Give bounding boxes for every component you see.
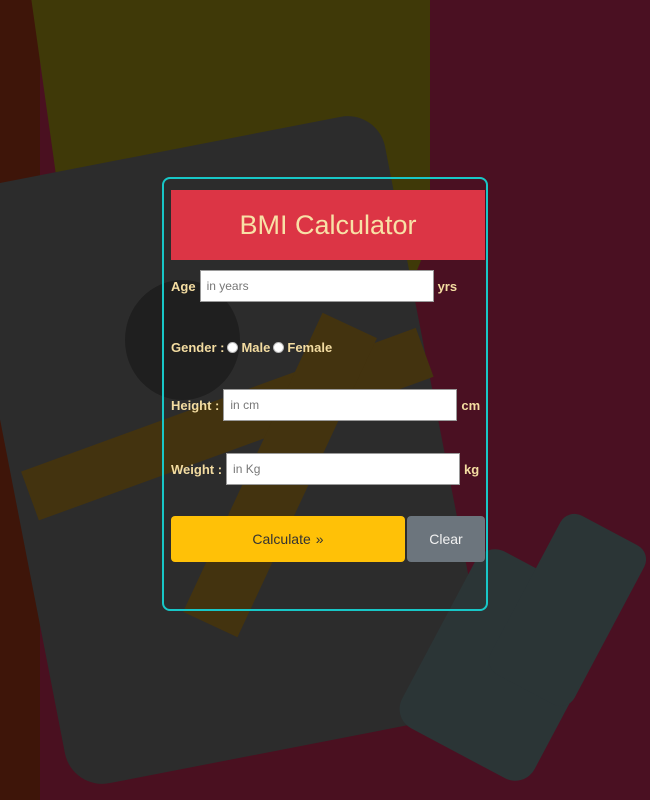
weight-input[interactable] — [226, 453, 461, 485]
chevron-right-icon: » — [315, 531, 324, 547]
height-input[interactable] — [223, 389, 458, 421]
gender-male-label: Male — [241, 340, 271, 355]
calculate-label: Calculate — [252, 531, 311, 547]
calculate-button[interactable]: Calculate » — [171, 516, 405, 562]
gender-male-radio[interactable] — [227, 342, 239, 353]
gender-female-radio[interactable] — [273, 342, 285, 353]
height-label: Height : — [171, 397, 220, 413]
age-label: Age — [171, 278, 196, 294]
title-bar: BMI Calculator — [171, 190, 485, 260]
gender-label: Gender : — [171, 340, 225, 355]
weight-row: Weight : kg — [171, 453, 479, 485]
age-row: Age yrs — [171, 270, 457, 302]
age-unit: yrs — [437, 278, 458, 294]
height-row: Height : cm — [171, 389, 480, 421]
gender-row: Gender : Male Female — [171, 340, 332, 355]
height-unit: cm — [461, 397, 481, 413]
age-input[interactable] — [199, 270, 434, 302]
bmi-calculator-card: BMI Calculator Age yrs Gender : Male Fem… — [162, 177, 488, 611]
clear-label: Clear — [429, 531, 463, 547]
clear-button[interactable]: Clear — [407, 516, 485, 562]
page-title: BMI Calculator — [239, 210, 417, 240]
weight-unit: kg — [464, 461, 480, 477]
weight-label: Weight : — [171, 461, 223, 477]
gender-female-label: Female — [287, 340, 333, 355]
